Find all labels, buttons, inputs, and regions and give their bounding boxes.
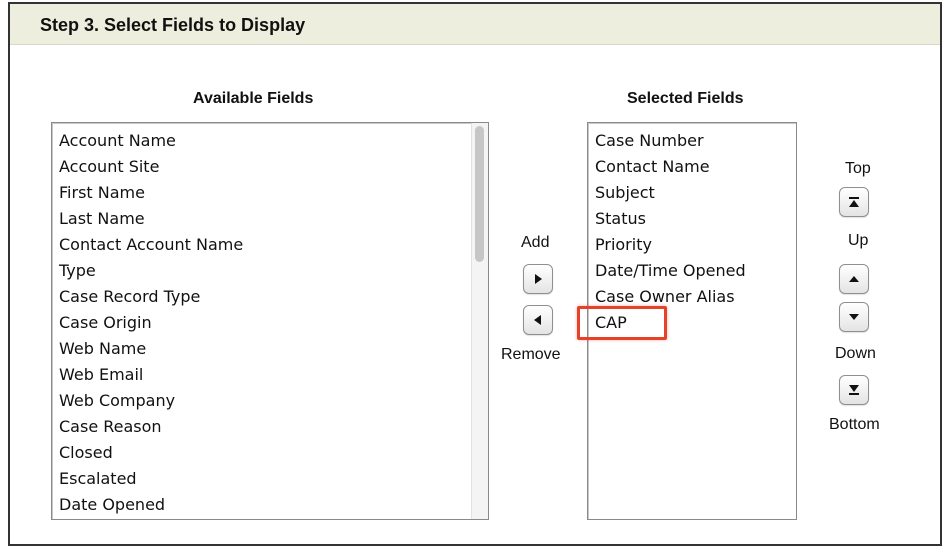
list-item[interactable]: CAP <box>588 310 796 336</box>
list-item[interactable]: Web Email <box>52 362 488 388</box>
available-fields-list[interactable]: Account Name Account Site First Name Last N… <box>51 122 489 520</box>
arrow-down-icon <box>849 314 859 320</box>
list-item[interactable]: Escalated <box>52 466 488 492</box>
move-top-icon <box>849 197 859 207</box>
list-item[interactable]: Case Record Type <box>52 284 488 310</box>
selected-fields-title: Selected Fields <box>627 90 744 107</box>
remove-button[interactable] <box>523 305 553 335</box>
list-item[interactable]: Case Reason <box>52 414 488 440</box>
list-item[interactable]: Account Name <box>52 128 488 154</box>
list-item[interactable]: Subject <box>588 180 796 206</box>
list-item[interactable]: Case Owner Alias <box>588 284 796 310</box>
add-label: Add <box>521 234 550 251</box>
list-item[interactable]: Priority <box>588 232 796 258</box>
list-item[interactable]: Web Name <box>52 336 488 362</box>
arrow-up-icon <box>849 276 859 282</box>
bottom-label: Bottom <box>829 416 880 433</box>
list-item[interactable]: Status <box>588 206 796 232</box>
list-item[interactable]: Account Site <box>52 154 488 180</box>
list-item[interactable]: Last Name <box>52 206 488 232</box>
list-item[interactable]: Contact Account Name <box>52 232 488 258</box>
list-item[interactable]: Case Origin <box>52 310 488 336</box>
arrow-left-icon <box>534 315 541 325</box>
move-down-button[interactable] <box>839 302 869 332</box>
list-item[interactable]: Type <box>52 258 488 284</box>
top-label: Top <box>845 160 871 177</box>
move-bottom-button[interactable] <box>839 375 869 405</box>
section-header: Step 3. Select Fields to Display <box>10 4 940 45</box>
list-item[interactable]: First Name <box>52 180 488 206</box>
add-button[interactable] <box>523 264 553 294</box>
list-item[interactable]: Contact Name <box>588 154 796 180</box>
available-fields-scrollbar[interactable] <box>471 123 488 519</box>
down-label: Down <box>835 345 876 362</box>
available-fields-title: Available Fields <box>193 90 314 107</box>
move-up-button[interactable] <box>839 264 869 294</box>
list-item[interactable]: Date Opened <box>52 492 488 518</box>
selected-fields-list[interactable]: Case Number Contact Name Subject Status Prio… <box>587 122 797 520</box>
up-label: Up <box>848 232 869 249</box>
list-item[interactable]: Date/Time Opened <box>588 258 796 284</box>
list-item[interactable]: Closed <box>52 440 488 466</box>
move-bottom-icon <box>849 385 859 395</box>
list-item[interactable]: Web Company <box>52 388 488 414</box>
list-item[interactable]: Case Number <box>588 128 796 154</box>
arrow-right-icon <box>535 274 542 284</box>
remove-label: Remove <box>501 346 561 363</box>
scrollbar-thumb[interactable] <box>475 126 484 262</box>
move-top-button[interactable] <box>839 187 869 217</box>
section-title: Step 3. Select Fields to Display <box>40 15 306 35</box>
